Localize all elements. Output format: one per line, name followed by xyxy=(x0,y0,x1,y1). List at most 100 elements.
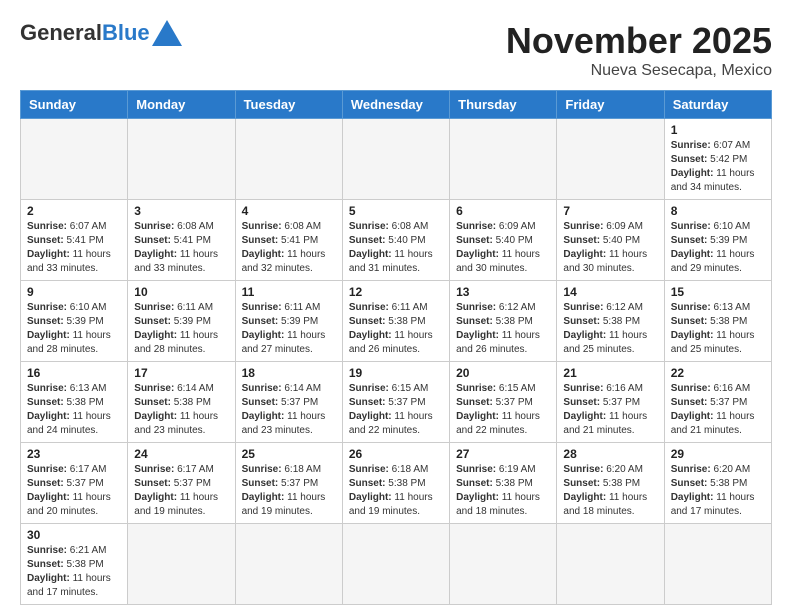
cell-info: Sunrise: 6:08 AMSunset: 5:41 PMDaylight:… xyxy=(134,220,228,276)
day-number: 13 xyxy=(456,285,550,299)
day-number: 5 xyxy=(349,204,443,218)
calendar-header: SundayMondayTuesdayWednesdayThursdayFrid… xyxy=(21,91,772,119)
calendar-cell: 11 Sunrise: 6:11 AMSunset: 5:39 PMDayligh… xyxy=(235,281,342,362)
cell-info: Sunrise: 6:09 AMSunset: 5:40 PMDaylight:… xyxy=(563,220,657,276)
calendar-cell: 12Sunrise: 6:11 AMSunset: 5:38 PMDayligh… xyxy=(342,281,449,362)
day-number: 25 xyxy=(242,447,336,461)
calendar-cell: 21Sunrise: 6:16 AMSunset: 5:37 PMDayligh… xyxy=(557,362,664,443)
day-number: 1 xyxy=(671,123,765,137)
calendar-cell: 2Sunrise: 6:07 AMSunset: 5:41 PMDaylight… xyxy=(21,200,128,281)
calendar-cell xyxy=(21,119,128,200)
calendar-cell xyxy=(342,524,449,605)
calendar-cell xyxy=(557,524,664,605)
weekday-header: Thursday xyxy=(450,91,557,119)
calendar-cell xyxy=(664,524,771,605)
calendar-cell: 1 Sunrise: 6:07 AMSunset: 5:42 PMDaylight… xyxy=(664,119,771,200)
day-number: 4 xyxy=(242,204,336,218)
cell-info: Sunrise: 6:12 AMSunset: 5:38 PMDaylight:… xyxy=(563,301,657,357)
cell-info: Sunrise: 6:15 AMSunset: 5:37 PMDaylight:… xyxy=(349,382,443,438)
cell-info: Sunrise: 6:10 AMSunset: 5:39 PMDaylight:… xyxy=(27,301,121,357)
calendar-cell: 24 Sunrise: 6:17 AMSunset: 5:37 PMDayligh… xyxy=(128,443,235,524)
calendar-cell: 19 Sunrise: 6:15 AMSunset: 5:37 PMDayligh… xyxy=(342,362,449,443)
cell-info: Sunrise: 6:15 AMSunset: 5:37 PMDaylight:… xyxy=(456,382,550,438)
calendar-cell: 10 Sunrise: 6:11 AMSunset: 5:39 PMDayligh… xyxy=(128,281,235,362)
day-number: 10 xyxy=(134,285,228,299)
cell-info: Sunrise: 6:19 AMSunset: 5:38 PMDaylight:… xyxy=(456,463,550,519)
day-number: 19 xyxy=(349,366,443,380)
calendar-cell: 9Sunrise: 6:10 AMSunset: 5:39 PMDaylight… xyxy=(21,281,128,362)
cell-info: Sunrise: 6:18 AMSunset: 5:37 PMDaylight:… xyxy=(242,463,336,519)
day-number: 28 xyxy=(563,447,657,461)
calendar-cell: 30 Sunrise: 6:21 AMSunset: 5:38 PMDayligh… xyxy=(21,524,128,605)
cell-info: Sunrise: 6:10 AMSunset: 5:39 PMDaylight:… xyxy=(671,220,765,276)
logo-blue: Blue xyxy=(102,20,150,45)
cell-info: Sunrise: 6:17 AMSunset: 5:37 PMDaylight:… xyxy=(27,463,121,519)
weekday-header: Monday xyxy=(128,91,235,119)
calendar-cell: 28 Sunrise: 6:20 AMSunset: 5:38 PMDayligh… xyxy=(557,443,664,524)
calendar-cell: 20 Sunrise: 6:15 AMSunset: 5:37 PMDayligh… xyxy=(450,362,557,443)
day-number: 15 xyxy=(671,285,765,299)
cell-info: Sunrise: 6:08 AMSunset: 5:40 PMDaylight:… xyxy=(349,220,443,276)
calendar-week-row: 9Sunrise: 6:10 AMSunset: 5:39 PMDaylight… xyxy=(21,281,772,362)
day-number: 17 xyxy=(134,366,228,380)
day-number: 20 xyxy=(456,366,550,380)
calendar-week-row: 1 Sunrise: 6:07 AMSunset: 5:42 PMDaylight… xyxy=(21,119,772,200)
day-number: 30 xyxy=(27,528,121,542)
calendar-cell xyxy=(450,524,557,605)
weekday-row: SundayMondayTuesdayWednesdayThursdayFrid… xyxy=(21,91,772,119)
cell-info: Sunrise: 6:11 AMSunset: 5:39 PMDaylight:… xyxy=(134,301,228,357)
calendar-cell: 7 Sunrise: 6:09 AMSunset: 5:40 PMDaylight… xyxy=(557,200,664,281)
cell-info: Sunrise: 6:14 AMSunset: 5:38 PMDaylight:… xyxy=(134,382,228,438)
calendar-cell: 16 Sunrise: 6:13 AMSunset: 5:38 PMDayligh… xyxy=(21,362,128,443)
cell-info: Sunrise: 6:20 AMSunset: 5:38 PMDaylight:… xyxy=(563,463,657,519)
day-number: 18 xyxy=(242,366,336,380)
cell-info: Sunrise: 6:07 AMSunset: 5:41 PMDaylight:… xyxy=(27,220,121,276)
calendar-cell: 15 Sunrise: 6:13 AMSunset: 5:38 PMDayligh… xyxy=(664,281,771,362)
cell-info: Sunrise: 6:13 AMSunset: 5:38 PMDaylight:… xyxy=(27,382,121,438)
day-number: 24 xyxy=(134,447,228,461)
calendar-cell: 6Sunrise: 6:09 AMSunset: 5:40 PMDaylight… xyxy=(450,200,557,281)
day-number: 14 xyxy=(563,285,657,299)
cell-info: Sunrise: 6:12 AMSunset: 5:38 PMDaylight:… xyxy=(456,301,550,357)
location: Nueva Sesecapa, Mexico xyxy=(506,62,772,80)
day-number: 23 xyxy=(27,447,121,461)
calendar-cell: 3 Sunrise: 6:08 AMSunset: 5:41 PMDaylight… xyxy=(128,200,235,281)
calendar-cell: 23 Sunrise: 6:17 AMSunset: 5:37 PMDayligh… xyxy=(21,443,128,524)
day-number: 7 xyxy=(563,204,657,218)
calendar-cell xyxy=(557,119,664,200)
calendar-cell: 17 Sunrise: 6:14 AMSunset: 5:38 PMDayligh… xyxy=(128,362,235,443)
calendar: SundayMondayTuesdayWednesdayThursdayFrid… xyxy=(20,90,772,605)
calendar-week-row: 23 Sunrise: 6:17 AMSunset: 5:37 PMDayligh… xyxy=(21,443,772,524)
calendar-cell: 26Sunrise: 6:18 AMSunset: 5:38 PMDayligh… xyxy=(342,443,449,524)
calendar-cell: 4 Sunrise: 6:08 AMSunset: 5:41 PMDaylight… xyxy=(235,200,342,281)
cell-info: Sunrise: 6:17 AMSunset: 5:37 PMDaylight:… xyxy=(134,463,228,519)
cell-info: Sunrise: 6:16 AMSunset: 5:37 PMDaylight:… xyxy=(563,382,657,438)
day-number: 3 xyxy=(134,204,228,218)
calendar-cell: 18Sunrise: 6:14 AMSunset: 5:37 PMDayligh… xyxy=(235,362,342,443)
calendar-cell: 5 Sunrise: 6:08 AMSunset: 5:40 PMDaylight… xyxy=(342,200,449,281)
calendar-cell xyxy=(235,119,342,200)
title-block: November 2025 Nueva Sesecapa, Mexico xyxy=(506,20,772,80)
calendar-cell: 13 Sunrise: 6:12 AMSunset: 5:38 PMDayligh… xyxy=(450,281,557,362)
page: GeneralBlue November 2025 Nueva Sesecapa… xyxy=(0,0,792,615)
cell-info: Sunrise: 6:08 AMSunset: 5:41 PMDaylight:… xyxy=(242,220,336,276)
calendar-cell: 27Sunrise: 6:19 AMSunset: 5:38 PMDayligh… xyxy=(450,443,557,524)
day-number: 16 xyxy=(27,366,121,380)
calendar-cell: 8 Sunrise: 6:10 AMSunset: 5:39 PMDaylight… xyxy=(664,200,771,281)
cell-info: Sunrise: 6:13 AMSunset: 5:38 PMDaylight:… xyxy=(671,301,765,357)
day-number: 8 xyxy=(671,204,765,218)
calendar-body: 1 Sunrise: 6:07 AMSunset: 5:42 PMDaylight… xyxy=(21,119,772,605)
calendar-cell xyxy=(342,119,449,200)
cell-info: Sunrise: 6:11 AMSunset: 5:39 PMDaylight:… xyxy=(242,301,336,357)
calendar-cell: 22Sunrise: 6:16 AMSunset: 5:37 PMDayligh… xyxy=(664,362,771,443)
cell-info: Sunrise: 6:21 AMSunset: 5:38 PMDaylight:… xyxy=(27,544,121,600)
calendar-cell: 29Sunrise: 6:20 AMSunset: 5:38 PMDayligh… xyxy=(664,443,771,524)
month-title: November 2025 xyxy=(506,20,772,62)
cell-info: Sunrise: 6:07 AMSunset: 5:42 PMDaylight:… xyxy=(671,139,765,195)
cell-info: Sunrise: 6:09 AMSunset: 5:40 PMDaylight:… xyxy=(456,220,550,276)
day-number: 12 xyxy=(349,285,443,299)
weekday-header: Wednesday xyxy=(342,91,449,119)
day-number: 29 xyxy=(671,447,765,461)
day-number: 11 xyxy=(242,285,336,299)
calendar-cell xyxy=(450,119,557,200)
